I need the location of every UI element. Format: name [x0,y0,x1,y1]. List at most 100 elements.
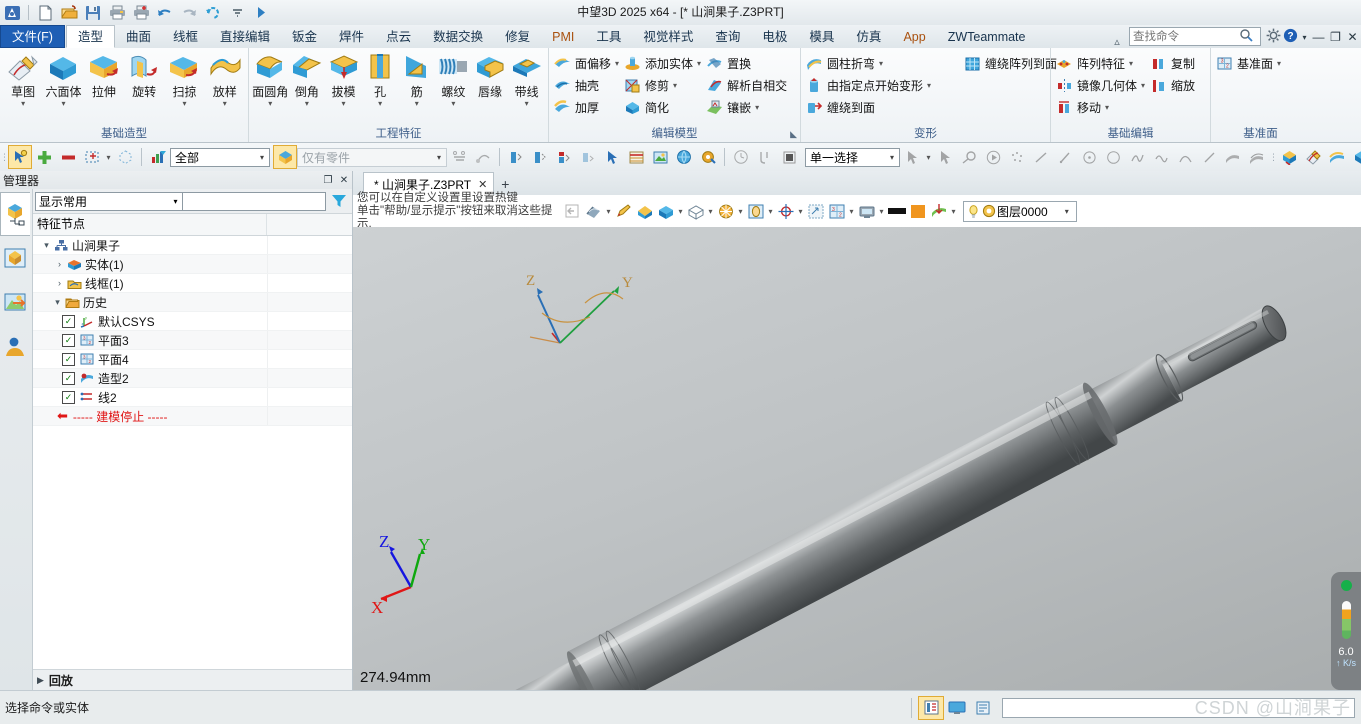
image-icon[interactable] [648,145,672,169]
print-add-icon[interactable] [130,2,152,23]
tree-row-rollback-marker[interactable]: ⬅ ----- 建模停止 ----- [33,407,352,426]
open-folder-icon[interactable] [58,2,80,23]
orientation-dropdown-arrow[interactable]: ▾ [736,207,745,216]
edit-model-dialog-launcher[interactable]: ◣ [790,129,797,140]
wrap-to-face-button[interactable]: 缠绕到面 [804,96,934,118]
section-view-icon[interactable] [928,199,949,223]
chevron-down-icon[interactable]: ▾ [255,153,269,162]
section-view-dropdown-arrow[interactable]: ▾ [949,207,958,216]
close-button[interactable]: ✕ [1344,30,1361,44]
cube-icon[interactable] [1349,145,1361,169]
loft-dropdown-arrow[interactable]: ▾ [223,100,227,108]
inlay-button[interactable]: 镶嵌 ▾ [704,96,790,118]
playback-arrow-icon[interactable]: ▶ [37,675,44,686]
redo-icon[interactable] [178,2,200,23]
tab-point-cloud[interactable]: 点云 [375,26,422,48]
app-logo-icon[interactable] [1,2,23,23]
selection-mode-combo[interactable]: 单一选择 ▾ [805,147,900,167]
arc-icon[interactable] [1173,145,1197,169]
view-window-icon[interactable] [745,199,766,223]
morph-from-point-dropdown-arrow[interactable]: ▾ [927,81,931,90]
tree-row-plane4[interactable]: ✓ 32 平面4 [33,350,352,369]
screen-capture-dropdown-arrow[interactable]: ▾ [877,207,886,216]
tree-row-wireframe[interactable]: › 线框(1) [33,274,352,293]
visibility-checkbox[interactable]: ✓ [62,371,75,385]
surface-icon[interactable] [1221,145,1245,169]
sketch-edit-icon[interactable] [1301,145,1325,169]
gear-pick-icon[interactable] [696,145,720,169]
inlay-dropdown-arrow[interactable]: ▾ [755,103,759,112]
background-orange-icon[interactable] [907,199,928,223]
tree-row-solid[interactable]: › 实体(1) [33,255,352,274]
tab-data-exchange[interactable]: 数据交换 [422,26,494,48]
visibility-checkbox[interactable]: ✓ [62,390,75,404]
draft-dropdown-arrow[interactable]: ▾ [342,100,346,108]
circle-center-icon[interactable] [1077,145,1101,169]
part-filter-combo[interactable]: 仅有零件 ▾ [297,147,447,167]
screen-capture-icon[interactable] [856,199,877,223]
search-command-box[interactable] [1129,27,1261,46]
tab-zwteammate[interactable]: ZWTeammate [937,26,1037,48]
graphics-viewport[interactable]: Z Y X Z Y 274.94mm [353,227,1361,690]
network-speed-widget[interactable]: 6.0 ↑ K/s [1331,572,1361,690]
chevron-down-icon[interactable]: ▾ [1060,207,1074,216]
status-log-button[interactable] [970,696,996,720]
pattern-feature-dropdown-arrow[interactable]: ▾ [1129,59,1133,68]
all-entity-icon[interactable] [552,145,576,169]
clock-icon[interactable] [729,145,753,169]
tab-electrode[interactable]: 电极 [751,26,798,48]
tree-row-curve2[interactable]: ✓ 线2 [33,388,352,407]
command-input[interactable] [1002,697,1355,718]
line2-icon[interactable] [1053,145,1077,169]
cursor-mode-dropdown-arrow[interactable]: ▾ [924,153,933,162]
sweep-button[interactable]: 扫掠 ▾ [164,50,204,122]
sketch-dropdown-arrow[interactable]: ▾ [21,100,25,108]
measure-icon[interactable] [447,145,471,169]
help-icon[interactable]: ? [1282,28,1299,46]
tab-wireframe[interactable]: 线框 [162,26,209,48]
target-view-dropdown-arrow[interactable]: ▾ [796,207,805,216]
select-filter-combo[interactable]: 全部 ▾ [170,147,270,167]
lip-button[interactable]: 唇缘 ▾ [472,50,509,122]
arrow-pick-icon[interactable] [600,145,624,169]
move-button[interactable]: 移动 ▾ [1054,96,1148,118]
datum-display-dropdown-arrow[interactable]: ▾ [847,207,856,216]
hole-button[interactable]: 孔 ▾ [362,50,399,122]
pick-cursor-icon[interactable] [8,145,32,169]
render-shaded-icon[interactable] [634,199,655,223]
tab-simulation[interactable]: 仿真 [845,26,892,48]
points-icon[interactable] [1005,145,1029,169]
settings-gear-icon[interactable] [1265,28,1282,46]
save-icon[interactable] [82,2,104,23]
funnel-icon[interactable] [328,191,350,211]
rib-dropdown-arrow[interactable]: ▾ [415,100,419,108]
face-offset-dropdown-arrow[interactable]: ▾ [615,59,619,68]
replace-button[interactable]: 置换 [704,52,790,74]
snap-icon[interactable] [471,145,495,169]
chamfer-button[interactable]: 倒角 ▾ [289,50,326,122]
revolve-button[interactable]: 旋转 ▾ [124,50,164,122]
cursor-mode-icon[interactable] [900,145,924,169]
tab-direct-edit[interactable]: 直接编辑 [209,26,281,48]
wireframe-view-icon[interactable] [685,199,706,223]
globe-icon[interactable] [672,145,696,169]
copy-button[interactable]: 复制 [1148,52,1198,74]
loop-select-icon[interactable] [113,145,137,169]
solid-cube-icon[interactable] [1277,145,1301,169]
tab-file[interactable]: 文件(F) [0,25,65,48]
chevron-down-icon[interactable]: ▾ [432,153,446,162]
tab-weldment[interactable]: 焊件 [328,26,375,48]
tree-row-history[interactable]: ▾ 历史 [33,293,352,312]
pattern-feature-button[interactable]: 阵列特征 ▾ [1054,52,1148,74]
mirror-geometry-button[interactable]: 镜像几何体 ▾ [1054,74,1148,96]
minimize-button[interactable]: — [1310,30,1327,44]
layer-combo[interactable]: 图层0000 ▾ [963,200,1077,222]
rail-history-tree[interactable] [0,192,30,236]
view-window-dropdown-arrow[interactable]: ▾ [766,207,775,216]
simplify-button[interactable]: 简化 [622,96,704,118]
loft-button[interactable]: 放样 ▾ [205,50,245,122]
tab-app[interactable]: App [892,26,936,48]
shading-style-icon[interactable] [583,199,604,223]
playback-bar[interactable]: ▶ 回放 [33,669,352,690]
expander-icon[interactable]: › [53,259,66,269]
